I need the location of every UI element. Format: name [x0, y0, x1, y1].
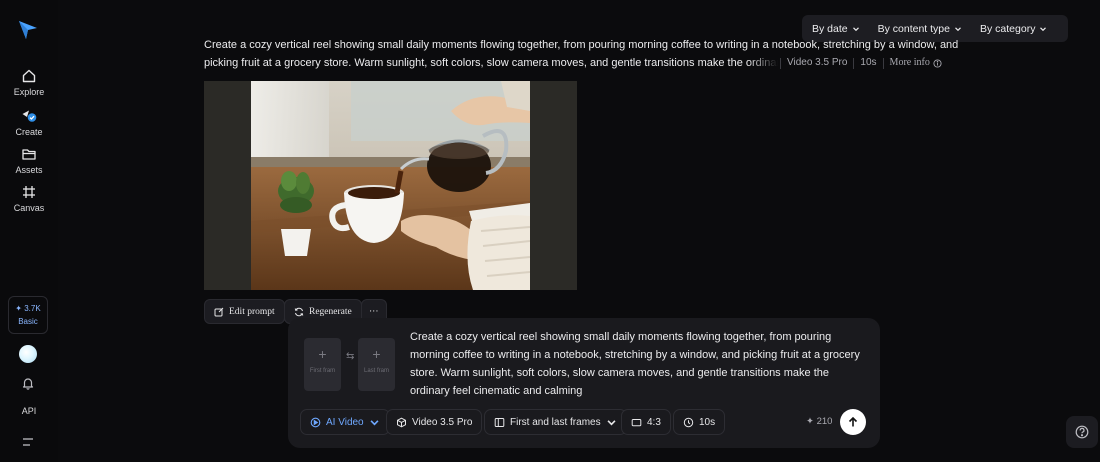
- arrow-up-icon: [848, 416, 858, 427]
- regenerate-label: Regenerate: [309, 306, 352, 317]
- aspect-ratio-icon: [631, 418, 642, 426]
- chevron-down-icon: [1040, 26, 1047, 31]
- sidebar-item-create[interactable]: Create: [0, 108, 58, 137]
- bell-icon[interactable]: [21, 376, 35, 390]
- edit-icon: [214, 307, 224, 316]
- prompt-input[interactable]: Create a cozy vertical reel showing smal…: [410, 328, 868, 400]
- help-icon: [1075, 425, 1089, 439]
- generation-prompt: Create a cozy vertical reel showing smal…: [204, 36, 964, 72]
- filter-by-content-type[interactable]: By content type: [878, 23, 962, 35]
- credit-cost: ✦ 210: [806, 416, 833, 427]
- chevron-down-icon: [370, 419, 379, 425]
- frames-icon: [494, 417, 505, 427]
- duration-selector[interactable]: 10s: [673, 409, 726, 435]
- ai-video-icon: [310, 417, 321, 427]
- home-icon: [22, 69, 36, 83]
- menu-icon[interactable]: [21, 436, 35, 448]
- model-label: Video 3.5 Pro: [787, 57, 848, 68]
- prompt-line-2: picking fruit at a grocery store. Warm s…: [204, 54, 778, 72]
- coffee-pour-image: [251, 81, 530, 290]
- filter-by-date[interactable]: By date: [812, 23, 860, 35]
- folder-icon: [22, 149, 36, 160]
- plan-label: Basic: [18, 317, 38, 326]
- filter-by-category[interactable]: By category: [980, 23, 1047, 35]
- prompt-composer: + First fram ⇆ + Last fram Create a cozy…: [288, 318, 880, 448]
- chevron-down-icon: [955, 26, 961, 31]
- sidebar-item-label: Explore: [13, 87, 45, 97]
- refresh-icon: [294, 307, 304, 316]
- create-icon: [22, 110, 37, 122]
- duration-label: 10s: [699, 416, 716, 428]
- model-selector[interactable]: Video 3.5 Pro: [386, 409, 483, 435]
- sidebar-item-canvas[interactable]: Canvas: [0, 184, 58, 213]
- logo-icon[interactable]: [16, 18, 40, 42]
- aspect-ratio-label: 4:3: [647, 416, 661, 428]
- generated-video-thumbnail[interactable]: [204, 81, 577, 290]
- last-frame-upload[interactable]: + Last fram: [358, 338, 395, 391]
- generation-meta: Video 3.5 Pro 10s More info: [778, 54, 942, 72]
- credits-badge[interactable]: ✦ 3.7K Basic: [8, 296, 48, 334]
- more-options-label: ···: [369, 306, 379, 317]
- first-frame-label: First fram: [309, 368, 336, 374]
- canvas-icon: [23, 186, 35, 198]
- frames-mode-selector[interactable]: First and last frames: [484, 409, 627, 435]
- frames-mode-label: First and last frames: [510, 416, 601, 428]
- sidebar-item-label: Canvas: [13, 203, 45, 213]
- edit-prompt-button[interactable]: Edit prompt: [204, 299, 285, 324]
- sidebar-item-label: Assets: [15, 165, 43, 175]
- aspect-ratio-selector[interactable]: 4:3: [621, 409, 671, 435]
- chevron-down-icon: [607, 419, 616, 425]
- send-button[interactable]: [840, 409, 866, 435]
- mode-selector[interactable]: AI Video: [300, 409, 390, 435]
- chevron-down-icon: [852, 26, 859, 31]
- prompt-line-1: Create a cozy vertical reel showing smal…: [204, 39, 959, 51]
- app-root: Explore Create Assets Canvas ✦ 3.7K Basi…: [0, 0, 1100, 462]
- filter-label: By date: [812, 22, 848, 35]
- api-link[interactable]: API: [0, 406, 58, 416]
- plus-icon: +: [318, 346, 327, 362]
- info-icon: [933, 58, 942, 68]
- swap-frames-icon[interactable]: ⇆: [346, 351, 354, 362]
- cube-icon: [397, 417, 406, 427]
- first-frame-upload[interactable]: + First fram: [304, 338, 341, 391]
- sidebar: Explore Create Assets Canvas ✦ 3.7K Basi…: [0, 0, 58, 462]
- plus-icon: +: [372, 346, 381, 362]
- clock-icon: [683, 417, 694, 427]
- sidebar-item-explore[interactable]: Explore: [0, 68, 58, 97]
- edit-prompt-label: Edit prompt: [229, 306, 275, 317]
- help-button[interactable]: [1066, 416, 1098, 448]
- filter-label: By category: [980, 22, 1036, 35]
- more-info-link[interactable]: More info: [890, 54, 930, 72]
- model-label: Video 3.5 Pro: [412, 416, 473, 428]
- filter-label: By content type: [877, 22, 950, 35]
- sidebar-item-assets[interactable]: Assets: [0, 146, 58, 175]
- mode-label: AI Video: [326, 416, 364, 428]
- credits-amount: ✦ 3.7K: [15, 304, 41, 313]
- avatar[interactable]: [19, 345, 37, 363]
- sidebar-item-label: Create: [15, 127, 43, 137]
- duration-label: 10s: [860, 57, 877, 68]
- last-frame-label: Last fram: [363, 368, 389, 374]
